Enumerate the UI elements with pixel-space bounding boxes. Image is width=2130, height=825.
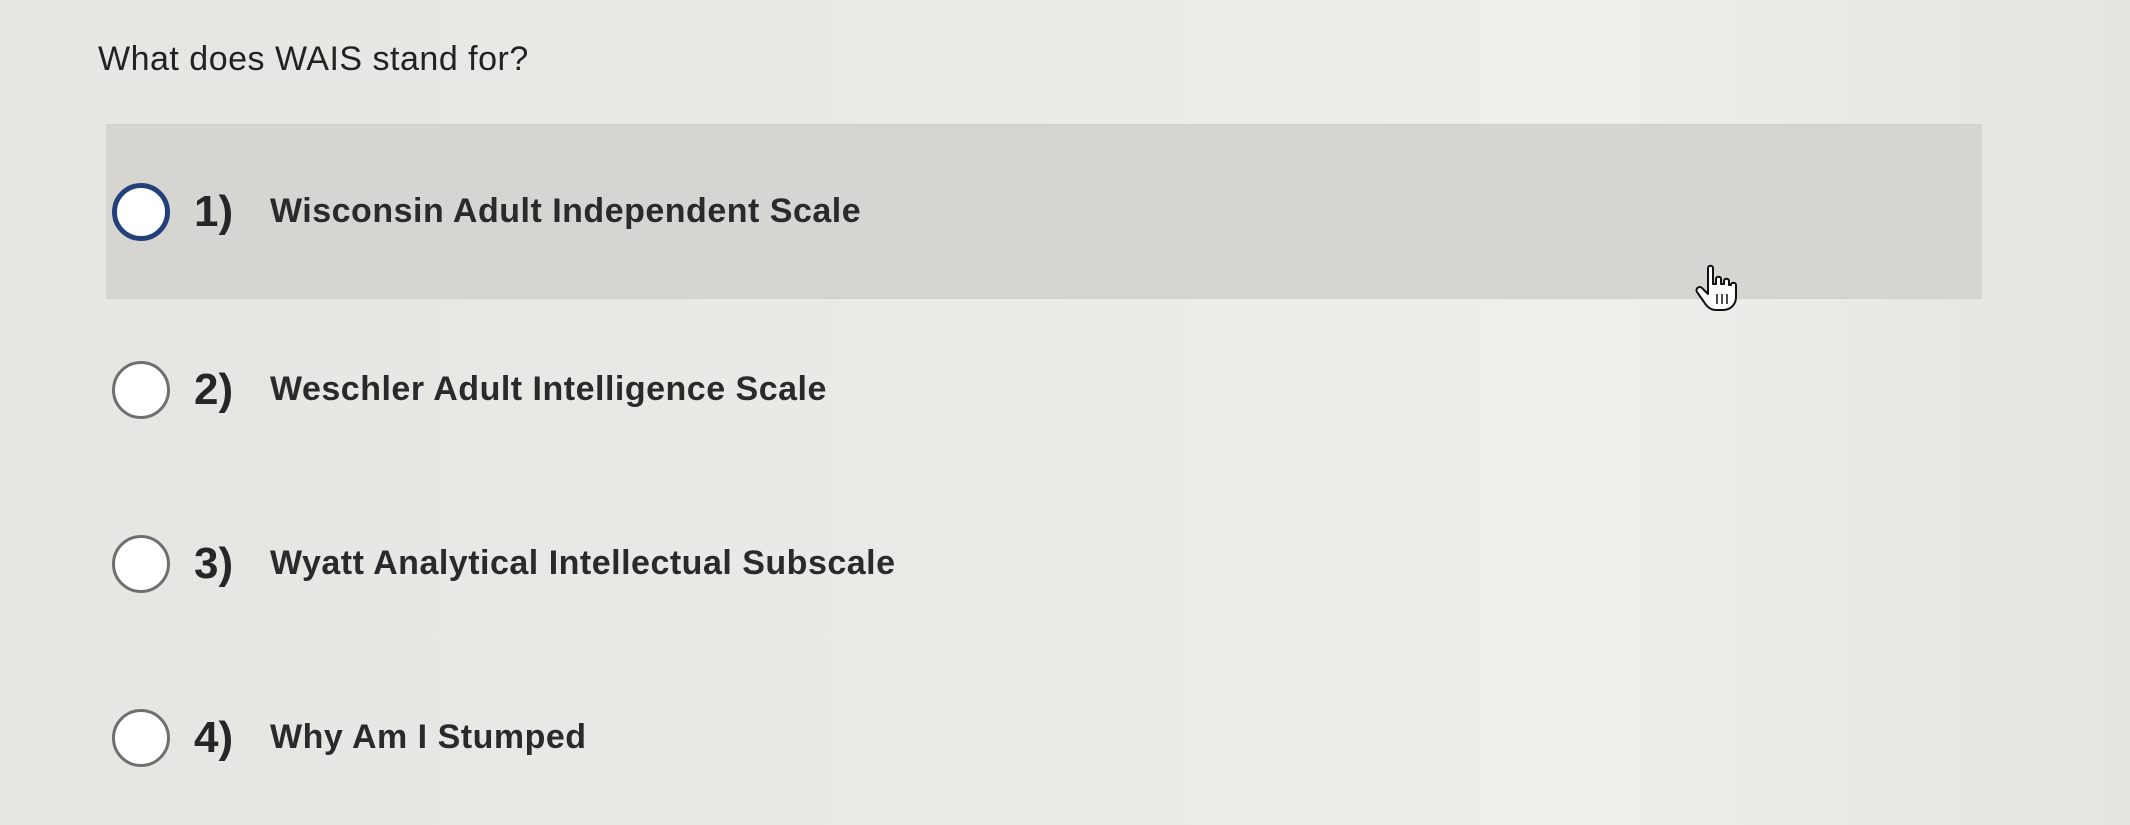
option-4[interactable]: 4) Why Am I Stumped	[106, 650, 1982, 825]
option-number: 4)	[194, 712, 234, 762]
hand-pointer-icon	[1695, 264, 1737, 311]
option-label: Why Am I Stumped	[270, 718, 587, 756]
option-label: Weschler Adult Intelligence Scale	[270, 370, 827, 408]
option-label: Wyatt Analytical Intellectual Subscale	[270, 544, 896, 582]
radio-button-icon[interactable]	[112, 360, 170, 419]
option-3[interactable]: 3) Wyatt Analytical Intellectual Subscal…	[106, 476, 1982, 651]
radio-button-icon[interactable]	[112, 534, 170, 593]
option-number: 1)	[194, 186, 234, 236]
option-label: Wisconsin Adult Independent Scale	[270, 192, 862, 230]
radio-button-icon[interactable]	[112, 182, 170, 241]
option-number: 3)	[194, 538, 234, 588]
answer-options: 1) Wisconsin Adult Independent Scale 2) …	[0, 0, 2130, 825]
option-2[interactable]: 2) Weschler Adult Intelligence Scale	[106, 302, 1982, 477]
radio-button-icon[interactable]	[112, 708, 170, 767]
option-number: 2)	[194, 364, 234, 414]
